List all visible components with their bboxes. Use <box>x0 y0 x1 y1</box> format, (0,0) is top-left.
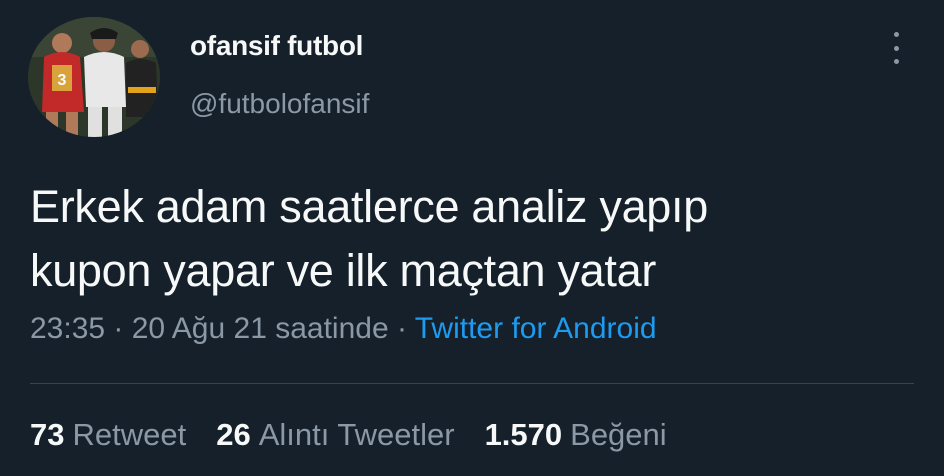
tweet-text-line: kupon yapar ve ilk maçtan yatar <box>30 245 657 296</box>
meta-separator: · <box>388 312 415 345</box>
meta-separator: · <box>105 312 132 345</box>
retweet-label: Retweet <box>72 417 187 452</box>
football-players-photo: 3 <box>28 17 160 137</box>
tweet-text: Erkek adam saatlerce analiz yapıp kupon … <box>30 175 910 303</box>
more-vertical-icon[interactable] <box>888 32 904 64</box>
retweet-count: 73 <box>30 417 65 452</box>
avatar[interactable]: 3 <box>28 17 160 137</box>
tweet-text-line: Erkek adam saatlerce analiz yapıp <box>30 181 708 232</box>
tweet-meta: 23:35 · 20 Ağu 21 saatinde · Twitter for… <box>30 312 657 346</box>
more-dot <box>893 59 899 64</box>
like-label: Beğeni <box>570 417 667 452</box>
divider <box>30 383 914 384</box>
svg-text:3: 3 <box>58 72 67 89</box>
quote-tweet-stat[interactable]: 26 Alıntı Tweetler <box>216 417 454 453</box>
author-handle[interactable]: @futbolofansif <box>190 88 369 120</box>
like-stat[interactable]: 1.570 Beğeni <box>485 417 667 453</box>
more-dot <box>893 45 899 51</box>
like-count: 1.570 <box>484 417 563 452</box>
quote-tweet-label: Alıntı Tweetler <box>258 417 455 452</box>
quote-tweet-count: 26 <box>216 417 251 452</box>
author-display-name[interactable]: ofansif futbol <box>190 30 363 62</box>
more-dot <box>893 32 899 37</box>
retweet-stat[interactable]: 73 Retweet <box>30 417 186 453</box>
tweet-time[interactable]: 23:35 <box>30 312 105 345</box>
tweet-stats: 73 Retweet 26 Alıntı Tweetler 1.570 Beğeni <box>30 417 667 453</box>
tweet-date[interactable]: 20 Ağu 21 saatinde <box>132 312 389 345</box>
tweet-source-link[interactable]: Twitter for Android <box>415 312 657 345</box>
